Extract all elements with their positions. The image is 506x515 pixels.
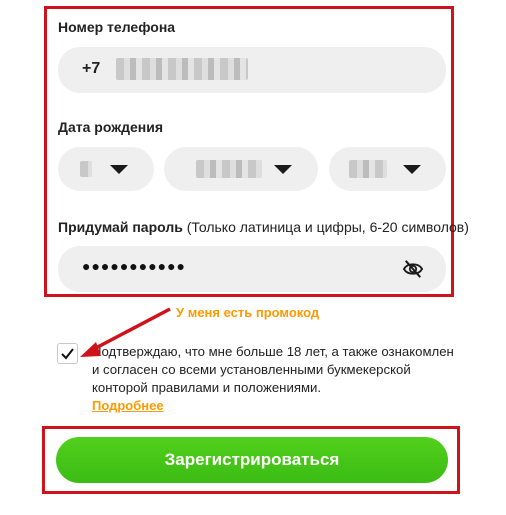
password-input[interactable]: ●●●●●●●●●●● bbox=[58, 246, 446, 292]
chevron-down-icon bbox=[403, 165, 421, 174]
birth-day-value-redacted bbox=[80, 161, 92, 177]
eye-off-icon[interactable] bbox=[402, 259, 424, 279]
check-icon bbox=[61, 348, 74, 360]
register-button[interactable]: Зарегистрироваться bbox=[56, 437, 448, 483]
phone-input[interactable]: +7 bbox=[58, 47, 446, 93]
birthdate-label: Дата рождения bbox=[58, 119, 164, 135]
password-hint: (Только латиница и цифры, 6-20 символов) bbox=[186, 219, 469, 235]
phone-number-redacted bbox=[116, 58, 248, 80]
promo-code-link[interactable]: У меня есть промокод bbox=[176, 305, 319, 320]
birth-year-value-redacted bbox=[349, 160, 387, 178]
chevron-down-icon bbox=[110, 165, 128, 174]
password-label-text: Придумай пароль bbox=[58, 219, 183, 235]
birth-year-select[interactable] bbox=[329, 147, 446, 191]
phone-label: Номер телефона bbox=[58, 19, 176, 35]
birth-month-value-redacted bbox=[196, 160, 262, 178]
password-label: Придумай пароль (Только латиница и цифры… bbox=[58, 219, 469, 235]
consent-text: Подтверждаю, что мне больше 18 лет, а та… bbox=[92, 344, 454, 395]
password-masked-value: ●●●●●●●●●●● bbox=[82, 258, 187, 274]
phone-prefix: +7 bbox=[82, 60, 101, 77]
birth-month-select[interactable] bbox=[164, 147, 318, 191]
chevron-down-icon bbox=[274, 165, 292, 174]
consent-checkbox[interactable] bbox=[57, 343, 78, 364]
more-info-link[interactable]: Подробнее bbox=[92, 398, 164, 413]
birth-day-select[interactable] bbox=[58, 147, 154, 191]
